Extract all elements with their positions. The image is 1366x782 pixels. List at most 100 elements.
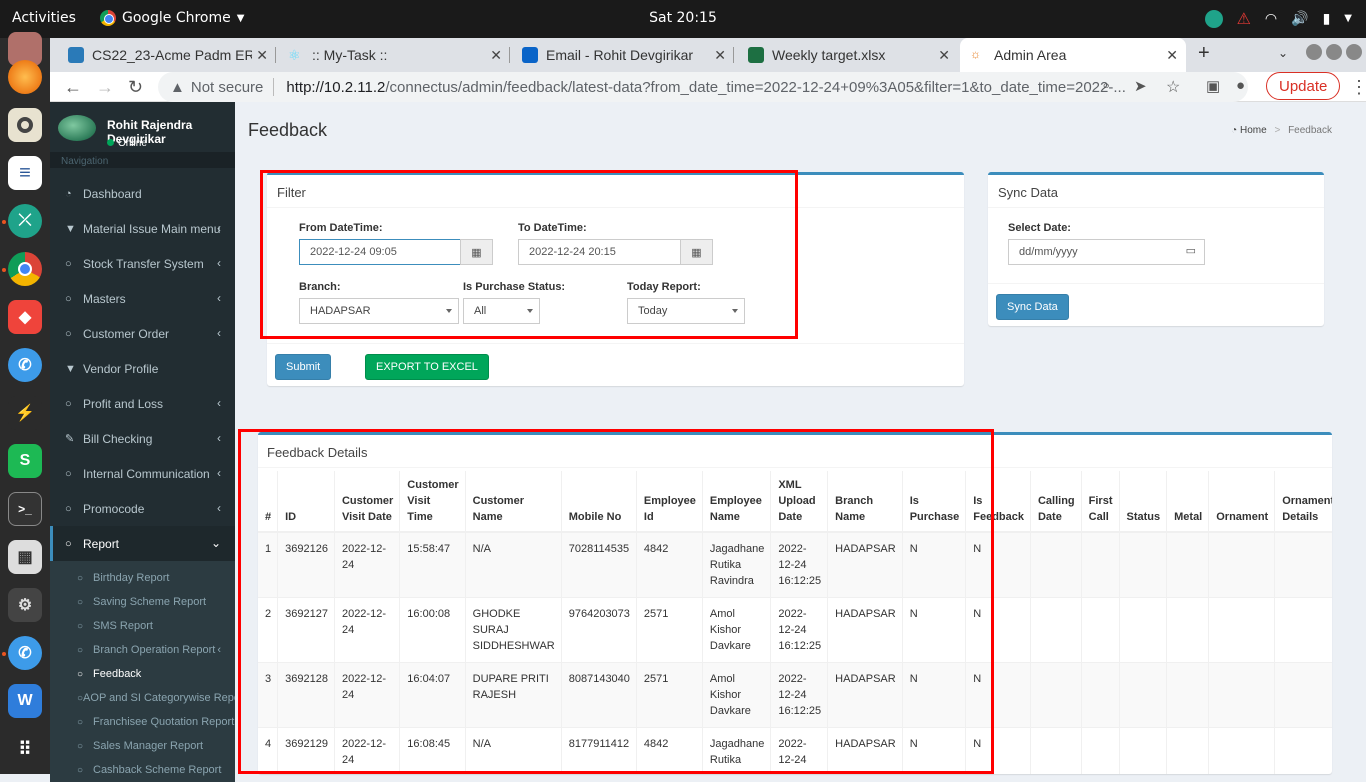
firefox-icon[interactable]: [8, 60, 42, 94]
sidebar-subitem-aop-si-report[interactable]: ○ AOP and SI Categorywise Report: [50, 686, 235, 710]
update-button[interactable]: Update: [1266, 72, 1341, 100]
column-header[interactable]: First Call: [1081, 471, 1120, 533]
calculator-icon[interactable]: ▦: [8, 540, 42, 574]
export-excel-button[interactable]: EXPORT TO EXCEL: [365, 354, 489, 380]
sidebar-subitem-saving-scheme-report[interactable]: ○ Saving Scheme Report: [50, 590, 235, 614]
terminal-icon[interactable]: >_: [8, 492, 42, 526]
sidebar-subitem-sms-report[interactable]: ○ SMS Report: [50, 614, 235, 638]
chevron-down-icon[interactable]: ▼: [1344, 13, 1352, 24]
volume-icon[interactable]: 🔊: [1291, 11, 1308, 27]
tab-admin-area[interactable]: ☼ Admin Area ✕: [960, 38, 1186, 72]
close-window-icon[interactable]: [1346, 44, 1362, 60]
avatar: [58, 115, 96, 141]
sidebar-item-bill-checking[interactable]: ✎ Bill Checking ‹: [50, 421, 235, 456]
menu-kebab-icon[interactable]: ⋮: [1350, 77, 1366, 98]
back-arrow-icon[interactable]: ←: [64, 77, 82, 98]
sidebar-subitem-franchisee-quotation-report[interactable]: ○ Franchisee Quotation Report: [50, 710, 235, 734]
sheets-icon[interactable]: S: [8, 444, 42, 478]
sidebar-item-report[interactable]: ○ Report ⌄: [50, 526, 235, 561]
softphone-icon[interactable]: ✆: [8, 636, 42, 670]
pencil-icon: ✎: [65, 433, 75, 445]
maximize-icon[interactable]: [1326, 44, 1342, 60]
table-cell: [1119, 531, 1168, 598]
sidebar-item-customer-order[interactable]: ○ Customer Order ‹: [50, 316, 235, 351]
column-header[interactable]: Ornament: [1208, 471, 1276, 533]
tab-weekly-target[interactable]: Weekly target.xlsx ✕: [738, 38, 958, 72]
forward-arrow-icon[interactable]: →: [96, 77, 114, 98]
text-editor-icon[interactable]: ≡: [8, 156, 42, 190]
report-submenu: ○ Birthday Report ○ Saving Scheme Report ○…: [50, 561, 235, 782]
warning-triangle-icon[interactable]: ▲: [170, 79, 185, 96]
anydesk-icon[interactable]: ◆: [8, 300, 42, 334]
battery-icon[interactable]: ▮: [1323, 11, 1331, 27]
filter-icon: ▼: [65, 222, 76, 235]
sidebar-item-promocode[interactable]: ○ Promocode ‹: [50, 491, 235, 526]
column-header[interactable]: Status: [1119, 471, 1168, 533]
chevron-left-icon: ‹: [217, 221, 221, 235]
sidebar-item-masters[interactable]: ○ Masters ‹: [50, 281, 235, 316]
nav-header: Navigation: [50, 152, 235, 168]
system-tray[interactable]: ⚠ ◠ 🔊 ▮ ▼: [1204, 9, 1352, 28]
sidebar-item-material-issue[interactable]: ▼ Material Issue Main menu ‹: [50, 211, 235, 246]
settings-icon[interactable]: ⚙: [8, 588, 42, 622]
chevron-left-icon: ‹: [217, 644, 221, 656]
reload-icon[interactable]: ↻: [128, 77, 143, 98]
sidebar-item-stock-transfer[interactable]: ○ Stock Transfer System ‹: [50, 246, 235, 281]
send-icon[interactable]: ➤: [1134, 77, 1147, 95]
admin-favicon-icon: ☼: [970, 47, 981, 61]
clock[interactable]: Sat 20:15: [649, 10, 717, 26]
bookmark-star-icon[interactable]: ☆: [1166, 77, 1180, 97]
network-icon[interactable]: ⚡: [8, 396, 42, 430]
zoom-icon[interactable]: ⌕: [1102, 77, 1110, 94]
profile-avatar-icon[interactable]: ●: [1236, 77, 1245, 94]
breadcrumb-home[interactable]: Home: [1240, 125, 1267, 136]
not-secure-label[interactable]: Not secure: [191, 79, 264, 96]
app-grid-icon[interactable]: ⠿: [8, 732, 42, 766]
column-header[interactable]: Ornament Details: [1274, 471, 1332, 533]
wifi-icon[interactable]: ◠: [1265, 11, 1277, 27]
address-bar[interactable]: ▲ Not secure http://10.2.11.2/connectus/…: [158, 72, 1248, 102]
anydesk-tray-icon[interactable]: [1204, 9, 1223, 28]
column-header[interactable]: Metal: [1166, 471, 1210, 533]
close-icon[interactable]: ✕: [1166, 47, 1178, 64]
new-tab-button[interactable]: +: [1198, 42, 1210, 65]
tab-email[interactable]: Email - Rohit Devgirikar ✕: [512, 38, 734, 72]
sidebar-subitem-cashback-scheme-report[interactable]: ○ Cashback Scheme Report: [50, 758, 235, 782]
close-icon[interactable]: ✕: [252, 47, 268, 64]
side-panel-icon[interactable]: ▣: [1206, 77, 1220, 95]
chevron-left-icon: ‹: [217, 431, 221, 445]
close-icon[interactable]: ✕: [710, 47, 726, 64]
submit-button[interactable]: Submit: [275, 354, 332, 380]
sidebar-subitem-feedback[interactable]: ○ Feedback: [50, 662, 235, 686]
sidebar-subitem-sales-manager-report[interactable]: ○ Sales Manager Report: [50, 734, 235, 758]
wps-icon[interactable]: W: [8, 684, 42, 718]
activities-button[interactable]: Activities: [12, 10, 76, 26]
sidebar-item-internal-communication[interactable]: ○ Internal Communication ‹: [50, 456, 235, 491]
tab-erp[interactable]: CS22_23-Acme Padm ERP ✕: [58, 38, 276, 72]
sidebar-item-vendor-profile[interactable]: ▼ Vendor Profile: [50, 351, 235, 386]
sidebar-item-dashboard[interactable]: ◔ Dashboard: [50, 176, 235, 211]
home-icon: ◔: [1231, 125, 1238, 136]
sidebar-item-profit-loss[interactable]: ○ Profit and Loss ‹: [50, 386, 235, 421]
url-text[interactable]: http://10.2.11.2/connectus/admin/feedbac…: [286, 79, 1125, 96]
minimize-icon[interactable]: [1306, 44, 1322, 60]
chrome-icon[interactable]: [8, 252, 42, 286]
sync-date-input[interactable]: dd/mm/yyyy ▭: [1008, 239, 1205, 265]
annotation-highlight-filter: [260, 170, 798, 339]
app-icon[interactable]: ⤫: [8, 204, 42, 238]
tab-search-icon[interactable]: ⌄: [1278, 46, 1288, 60]
tab-title: :: My-Task ::: [312, 47, 388, 63]
music-icon[interactable]: [8, 108, 42, 142]
sidebar-subitem-birthday-report[interactable]: ○ Birthday Report: [50, 566, 235, 590]
column-header[interactable]: Calling Date: [1030, 471, 1082, 533]
close-icon[interactable]: ✕: [490, 47, 502, 64]
circle-icon: ○: [65, 502, 72, 515]
sync-data-button[interactable]: Sync Data: [996, 294, 1069, 320]
tab-my-task[interactable]: ⚛ :: My-Task :: ✕: [278, 38, 510, 72]
sidebar-subitem-branch-operation-report[interactable]: ○ Branch Operation Report ‹: [50, 638, 235, 662]
phone-icon[interactable]: ✆: [8, 348, 42, 382]
app-menu[interactable]: Google Chrome ▼: [100, 10, 244, 26]
table-cell: [1274, 531, 1332, 598]
close-icon[interactable]: ✕: [938, 47, 950, 64]
warning-icon[interactable]: ⚠: [1237, 9, 1251, 28]
